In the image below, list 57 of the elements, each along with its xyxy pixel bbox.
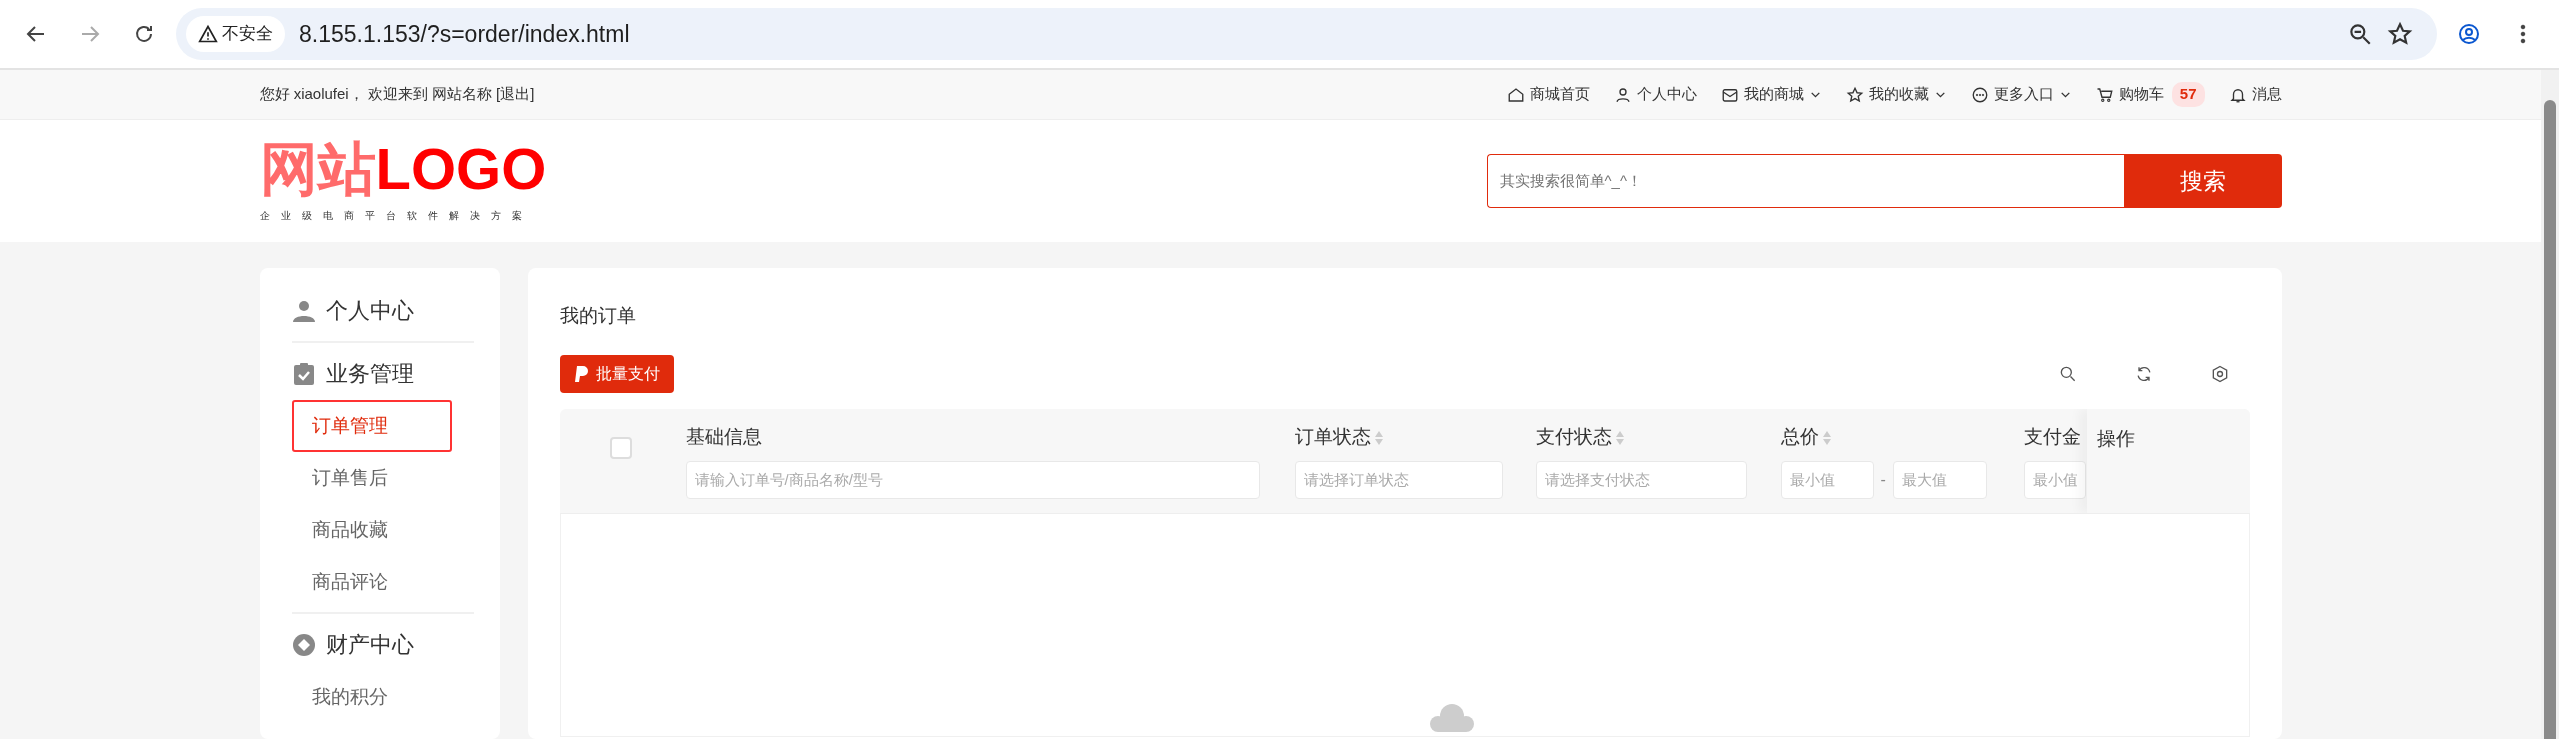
person-icon xyxy=(1613,85,1632,104)
sidebar-heading: 业务管理 xyxy=(325,360,414,388)
sidebar-item[interactable]: 订单管理 xyxy=(291,400,452,452)
greeting-text: 您好 xiaolufei， 欢迎来到 网站名称 xyxy=(259,84,493,105)
sidebar-item[interactable]: 我的积分 xyxy=(291,671,452,723)
search-button[interactable]: 搜索 xyxy=(2123,154,2282,208)
input-field[interactable]: 请输入订单号/商品名称/型号 xyxy=(685,460,1260,499)
search-field[interactable]: 其实搜索很简单^_^！ xyxy=(1486,154,2124,208)
top-nav-link[interactable]: 更多入口 xyxy=(1970,83,2072,106)
profile-icon[interactable] xyxy=(2457,22,2481,46)
zoom-out-icon[interactable] xyxy=(2347,21,2373,47)
warning-icon xyxy=(198,24,218,44)
page-title: 我的订单 xyxy=(559,304,637,328)
top-nav-link[interactable]: 消息 xyxy=(2228,83,2282,106)
more-icon xyxy=(1970,85,1989,104)
coin-icon xyxy=(291,632,316,657)
logout-link[interactable]: [退出] xyxy=(496,83,535,106)
sort-icon xyxy=(1821,429,1832,446)
sidebar-item[interactable]: 订单售后 xyxy=(291,452,452,504)
column-header: 支付状态 xyxy=(1535,425,1612,450)
clipboard-check-icon xyxy=(291,361,316,386)
logo[interactable]: 网站LOGO xyxy=(259,139,547,198)
sidebar-heading: 个人中心 xyxy=(325,297,414,325)
select-field[interactable]: 请选择订单状态 xyxy=(1294,460,1503,499)
top-nav-link[interactable]: 我的商城 xyxy=(1720,83,1822,106)
cloud-icon xyxy=(1430,703,1474,732)
range-separator: - xyxy=(1880,469,1886,490)
count-badge: 57 xyxy=(2171,82,2205,107)
person-icon xyxy=(291,298,316,323)
scrollbar[interactable] xyxy=(2541,70,2559,739)
column-header: 操作 xyxy=(2096,426,2136,451)
batch-pay-button[interactable]: 批量支付 xyxy=(559,354,674,393)
cart-icon xyxy=(2095,85,2114,104)
select-field[interactable]: 请选择支付状态 xyxy=(1535,460,1747,499)
address-text[interactable]: 8.155.1.153/?s=order/index.html xyxy=(299,16,2333,52)
column-header: 订单状态 xyxy=(1294,425,1371,450)
p-logo-icon xyxy=(573,364,590,383)
top-nav-link[interactable]: 商城首页 xyxy=(1506,83,1590,106)
top-nav-link[interactable]: 购物车 xyxy=(2095,83,2164,106)
sort-icon xyxy=(1373,429,1384,446)
bookmark-star-icon[interactable] xyxy=(2387,21,2413,47)
input-field[interactable]: 最小值 xyxy=(2023,460,2086,499)
input-field[interactable]: 最小值 xyxy=(1780,460,1874,499)
logo-tagline: 企业级电商平台软件解决方案 xyxy=(259,208,534,223)
select-all-checkbox[interactable] xyxy=(609,436,632,459)
input-field[interactable]: 最大值 xyxy=(1892,460,1987,499)
column-header: 支付金 xyxy=(2023,425,2081,450)
top-nav-link[interactable]: 个人中心 xyxy=(1613,83,1697,106)
sort-icon xyxy=(1614,429,1625,446)
top-nav-link[interactable]: 我的收藏 xyxy=(1845,83,1947,106)
sidebar-item[interactable]: 商品收藏 xyxy=(291,504,452,556)
security-chip[interactable]: 不安全 xyxy=(186,16,285,52)
sidebar-heading: 财产中心 xyxy=(325,631,414,659)
column-header: 总价 xyxy=(1780,425,1819,450)
column-header: 基础信息 xyxy=(685,425,762,450)
sidebar-item[interactable]: 商品评论 xyxy=(291,556,452,608)
star-icon xyxy=(1845,85,1864,104)
